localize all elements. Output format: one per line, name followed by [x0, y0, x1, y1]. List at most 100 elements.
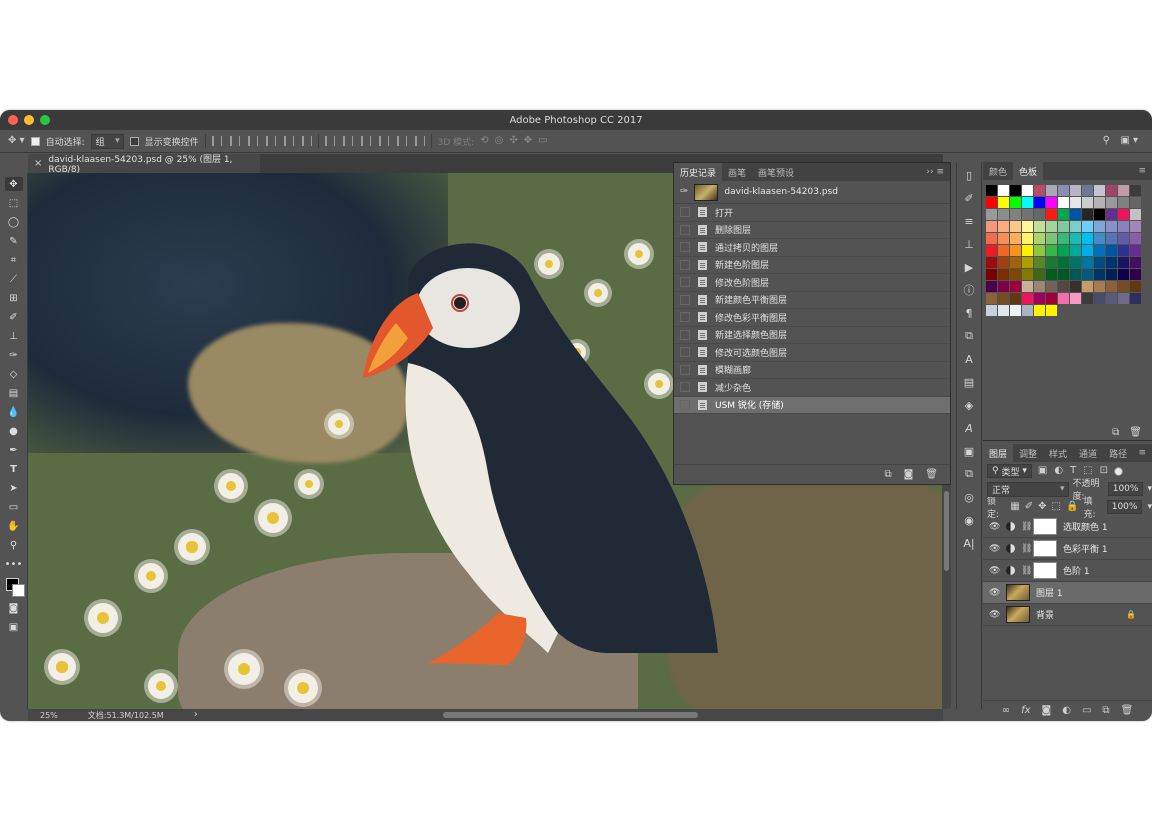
- color-swatch[interactable]: [986, 245, 997, 256]
- color-swatch[interactable]: [1010, 269, 1021, 280]
- move-icon[interactable]: ✥: [4, 177, 23, 191]
- color-swatch[interactable]: [1058, 257, 1069, 268]
- lock-all-icon[interactable]: 🔒: [1066, 502, 1078, 512]
- history-state[interactable]: 删除图层: [674, 222, 950, 239]
- color-swatch[interactable]: [1082, 233, 1093, 244]
- color-swatch[interactable]: [998, 185, 1009, 196]
- scrollbar-thumb[interactable]: [443, 712, 698, 718]
- color-swatch[interactable]: [1046, 185, 1057, 196]
- eye-icon[interactable]: 👁: [989, 610, 1000, 620]
- color-swatch[interactable]: [1022, 305, 1033, 316]
- color-swatch[interactable]: [1010, 281, 1021, 292]
- color-swatch[interactable]: [1082, 281, 1093, 292]
- color-swatch[interactable]: [1106, 233, 1117, 244]
- layer-filter-dropdown[interactable]: ⚲ 类型 ▾: [987, 464, 1032, 478]
- align-hcenter-icon[interactable]: [283, 136, 294, 146]
- color-swatch[interactable]: [1094, 269, 1105, 280]
- tab-styles[interactable]: 样式: [1043, 444, 1073, 462]
- history-source-box[interactable]: [680, 259, 690, 270]
- color-swatch[interactable]: [1010, 293, 1021, 304]
- align-left-icon[interactable]: [265, 136, 276, 146]
- layer-thumbnail[interactable]: [1006, 584, 1030, 601]
- chain-link-icon[interactable]: ⛓: [1021, 522, 1032, 532]
- color-swatch[interactable]: [1046, 197, 1057, 208]
- color-swatch[interactable]: [1082, 197, 1093, 208]
- color-swatch[interactable]: [1034, 269, 1045, 280]
- color-swatch[interactable]: [1106, 185, 1117, 196]
- color-swatch[interactable]: [1070, 269, 1081, 280]
- close-window-button[interactable]: [8, 115, 18, 125]
- color-swatch[interactable]: [986, 257, 997, 268]
- color-swatch[interactable]: [1094, 209, 1105, 220]
- gradient-icon[interactable]: ▤: [5, 386, 23, 400]
- color-swatch[interactable]: [1022, 185, 1033, 196]
- color-swatch[interactable]: [1106, 269, 1117, 280]
- roll-3d-icon[interactable]: ◎: [495, 136, 504, 146]
- history-source-box[interactable]: [680, 312, 690, 323]
- chain-link-icon[interactable]: ⛓: [1021, 566, 1032, 576]
- color-swatch[interactable]: [1058, 293, 1069, 304]
- lock-transparent-icon[interactable]: ▦: [1010, 502, 1019, 512]
- color-swatch[interactable]: [1118, 257, 1129, 268]
- color-swatch[interactable]: [1118, 185, 1129, 196]
- distribute-vcenter-icon[interactable]: [342, 136, 353, 146]
- history-source-box[interactable]: [680, 364, 690, 375]
- history-brush-source-icon[interactable]: ✑: [680, 187, 688, 197]
- eyedropper-icon[interactable]: ⟋: [5, 272, 23, 286]
- chevron-down-icon[interactable]: ▾: [1147, 484, 1152, 494]
- color-swatch[interactable]: [1034, 245, 1045, 256]
- color-swatch[interactable]: [1106, 209, 1117, 220]
- tab-channels[interactable]: 通道: [1073, 444, 1103, 462]
- zoom-icon[interactable]: ⚲: [5, 538, 23, 552]
- color-swatch[interactable]: [1010, 245, 1021, 256]
- shape-icon[interactable]: ▭: [5, 500, 23, 514]
- color-swatch[interactable]: [1130, 269, 1141, 280]
- color-swatch[interactable]: [1010, 209, 1021, 220]
- history-source-box[interactable]: [680, 294, 690, 305]
- color-swatch[interactable]: [1046, 281, 1057, 292]
- layer-thumbnail[interactable]: [1006, 606, 1030, 623]
- color-swatch[interactable]: [1034, 305, 1045, 316]
- align-vcenter-icon[interactable]: [229, 136, 240, 146]
- color-swatch[interactable]: [1046, 221, 1057, 232]
- color-swatch[interactable]: [1082, 185, 1093, 196]
- background-color[interactable]: [11, 584, 25, 597]
- color-swatch[interactable]: [1070, 293, 1081, 304]
- libraries-icon[interactable]: ◉: [961, 513, 977, 527]
- color-swatch[interactable]: [1094, 185, 1105, 196]
- filter-type-icon[interactable]: T: [1070, 466, 1076, 476]
- orbit-3d-icon[interactable]: ⟲: [480, 136, 488, 146]
- history-state[interactable]: USM 锐化 (存储): [674, 396, 950, 414]
- color-swatch[interactable]: [1118, 233, 1129, 244]
- color-swatch[interactable]: [1046, 269, 1057, 280]
- history-state[interactable]: 新建颜色平衡图层: [674, 292, 950, 309]
- history-state[interactable]: 修改色彩平衡图层: [674, 309, 950, 327]
- slide-3d-icon[interactable]: ✥: [524, 136, 532, 146]
- color-swatch[interactable]: [1130, 257, 1141, 268]
- color-swatch[interactable]: [1130, 221, 1141, 232]
- trash-icon[interactable]: 🗑: [1121, 706, 1134, 716]
- chain-link-icon[interactable]: ⛓: [1021, 544, 1032, 554]
- color-swatch[interactable]: [1094, 197, 1105, 208]
- color-swatch[interactable]: [1082, 209, 1093, 220]
- color-swatch[interactable]: [1034, 257, 1045, 268]
- layer-mask-thumbnail[interactable]: [1033, 562, 1057, 579]
- auto-select-dropdown[interactable]: 组: [90, 133, 124, 149]
- search-icon[interactable]: ⚲: [1103, 136, 1110, 146]
- history-state[interactable]: 修改可选颜色图层: [674, 344, 950, 362]
- history-state[interactable]: 模糊画廊: [674, 362, 950, 379]
- brush-icon[interactable]: ✐: [5, 310, 23, 324]
- color-swatch[interactable]: [1034, 209, 1045, 220]
- pan-3d-icon[interactable]: ✣: [509, 136, 517, 146]
- tab-adjustments[interactable]: 调整: [1013, 444, 1043, 462]
- color-swatch[interactable]: [1034, 221, 1045, 232]
- color-swatch[interactable]: [1094, 245, 1105, 256]
- blend-mode-dropdown[interactable]: 正常: [987, 481, 1069, 497]
- tab-brush-presets[interactable]: 画笔预设: [752, 163, 800, 181]
- healing-icon[interactable]: ⊞: [5, 291, 23, 305]
- history-source-box[interactable]: [680, 399, 690, 410]
- quick-select-icon[interactable]: ✎: [5, 234, 23, 248]
- color-swatch[interactable]: [1070, 221, 1081, 232]
- lock-artboard-icon[interactable]: ⬚: [1052, 502, 1061, 512]
- color-swatch[interactable]: [1118, 293, 1129, 304]
